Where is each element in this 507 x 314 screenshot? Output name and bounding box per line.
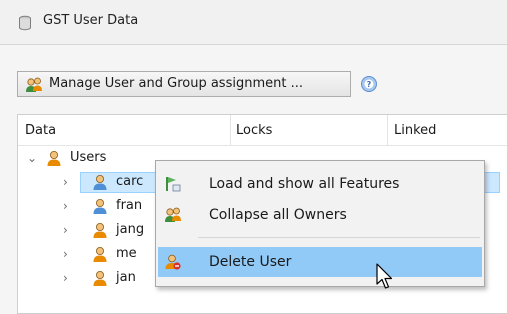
- column-divider[interactable]: [230, 115, 231, 145]
- tree-node-label: Users: [70, 150, 107, 165]
- delete-user-icon: [165, 254, 181, 270]
- column-header-locks[interactable]: Locks: [236, 123, 272, 138]
- tree-node-label: jang: [116, 222, 145, 237]
- manage-assignment-button[interactable]: Manage User and Group assignment ...: [17, 71, 351, 97]
- menu-item-collapse-owners[interactable]: Collapse all Owners: [158, 200, 482, 230]
- user-icon: [93, 247, 107, 262]
- chevron-right-icon[interactable]: ›: [63, 271, 68, 285]
- load-features-icon: [166, 177, 181, 192]
- column-header-linked[interactable]: Linked: [394, 123, 436, 138]
- chevron-right-icon[interactable]: ›: [63, 247, 68, 261]
- menu-separator: [198, 237, 480, 238]
- tree-node-label: fran: [116, 198, 143, 213]
- menu-item-label: Delete User: [209, 254, 292, 270]
- tree-node-label: jan: [116, 270, 136, 285]
- chevron-right-icon[interactable]: ›: [63, 175, 68, 189]
- column-divider[interactable]: [387, 115, 388, 145]
- window-titlebar: GST User Data: [0, 0, 507, 45]
- user-icon: [93, 199, 107, 214]
- menu-item-load-features[interactable]: Load and show all Features: [158, 169, 482, 199]
- manage-assignment-label: Manage User and Group assignment ...: [49, 76, 303, 91]
- database-icon: [19, 15, 31, 31]
- mouse-pointer-icon: [376, 263, 393, 289]
- chevron-down-icon[interactable]: ⌄: [27, 151, 37, 165]
- tree-node-label: me: [116, 246, 137, 261]
- tree-node-label: carc: [116, 174, 144, 189]
- chevron-right-icon[interactable]: ›: [63, 223, 68, 237]
- chevron-right-icon[interactable]: ›: [63, 199, 68, 213]
- menu-item-delete-user[interactable]: Delete User: [158, 247, 482, 277]
- window-title: GST User Data: [43, 13, 139, 28]
- help-icon[interactable]: ?: [360, 75, 378, 93]
- svg-text:?: ?: [367, 80, 372, 89]
- user-icon: [47, 151, 61, 166]
- menu-item-label: Load and show all Features: [209, 176, 400, 192]
- users-group-icon: [26, 77, 42, 92]
- user-icon: [93, 175, 107, 190]
- user-icon: [93, 223, 107, 238]
- users-group-icon: [165, 207, 181, 222]
- table-header: Data Locks Linked: [18, 115, 507, 146]
- context-menu: Load and show all Features Collapse all …: [155, 160, 485, 287]
- user-icon: [93, 271, 107, 286]
- column-header-data[interactable]: Data: [25, 123, 56, 138]
- menu-item-label: Collapse all Owners: [209, 207, 347, 223]
